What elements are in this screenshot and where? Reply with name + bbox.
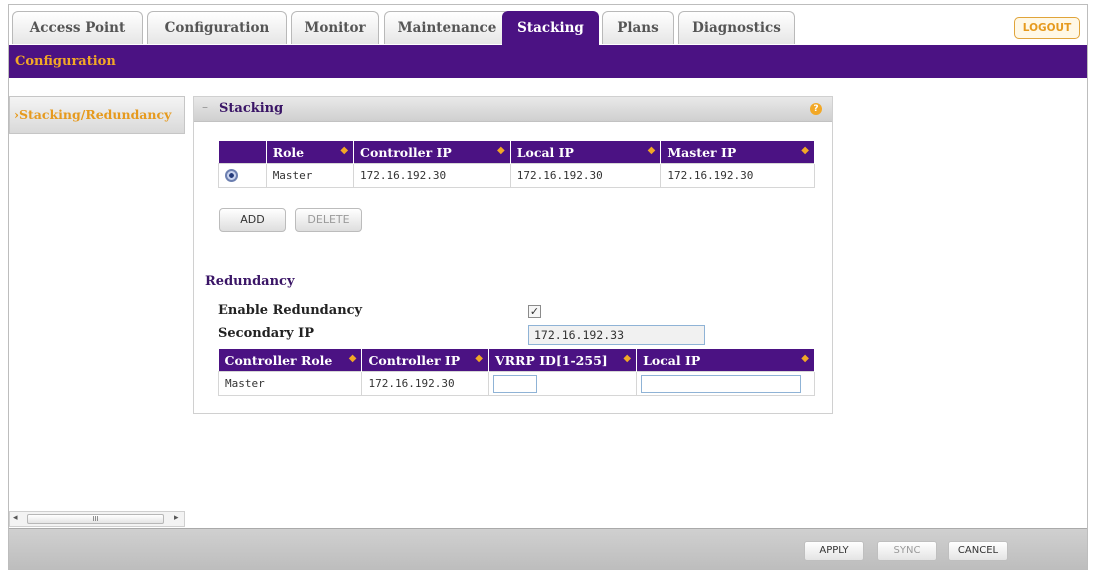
- action-bar: APPLY SYNC CANCEL: [9, 528, 1087, 570]
- sub-navigation-bar: Configuration: [9, 45, 1087, 78]
- sort-icon: ◆: [497, 145, 505, 156]
- sort-icon: ◆: [647, 145, 656, 156]
- column-header-controller-role[interactable]: Controller Role ◆: [218, 349, 363, 372]
- column-header-vrrp-id[interactable]: VRRP ID[1-255] ◆: [488, 349, 638, 372]
- cell-controller-role: Master: [217, 371, 363, 396]
- cell-vrrp-id: [487, 371, 638, 396]
- cell-role: Master: [265, 163, 355, 188]
- column-header-local-ip[interactable]: Local IP ◆: [636, 349, 815, 372]
- top-tab-bar: Access Point Configuration Monitor Maint…: [12, 11, 1082, 47]
- sort-icon: ◆: [348, 353, 357, 364]
- sort-icon: ◆: [801, 353, 809, 364]
- cell-controller-ip: 172.16.192.30: [353, 163, 511, 188]
- stacking-table: Role ◆ Controller IP ◆ Local IP ◆ Master IP…: [218, 141, 815, 188]
- column-header-controller-ip[interactable]: Controller IP ◆: [361, 349, 489, 372]
- stacking-panel-header: – Stacking ?: [194, 97, 832, 122]
- vrrp-id-input[interactable]: [492, 374, 537, 393]
- cell-local-ip: [636, 371, 815, 396]
- column-header-local-ip[interactable]: Local IP ◆: [510, 141, 662, 164]
- tab-maintenance[interactable]: Maintenance: [384, 11, 510, 44]
- cell-master-ip: 172.16.192.30: [660, 163, 815, 188]
- delete-button[interactable]: DELETE: [295, 208, 362, 232]
- sort-icon: ◆: [475, 353, 483, 364]
- enable-redundancy-label: Enable Redundancy: [218, 303, 363, 318]
- secondary-ip-input[interactable]: 172.16.192.33: [528, 325, 705, 345]
- enable-redundancy-checkbox[interactable]: ✓: [528, 305, 541, 318]
- cell-controller-ip: 172.16.192.30: [361, 371, 489, 396]
- row-select-cell: [218, 163, 267, 188]
- tab-stacking[interactable]: Stacking: [502, 11, 599, 47]
- secondary-ip-label: Secondary IP: [218, 326, 314, 341]
- collapse-toggle-icon[interactable]: –: [202, 100, 208, 114]
- table-row[interactable]: Master 172.16.192.30 172.16.192.30 172.1…: [218, 163, 815, 188]
- column-header-controller-ip[interactable]: Controller IP ◆: [353, 141, 511, 164]
- sync-button[interactable]: SYNC: [877, 541, 937, 561]
- logout-button[interactable]: LOGOUT: [1014, 17, 1080, 39]
- scroll-left-arrow-icon[interactable]: ◂: [13, 513, 18, 523]
- sidebar-item-stacking-redundancy[interactable]: ›Stacking/Redundancy: [9, 96, 185, 134]
- tab-plans[interactable]: Plans: [602, 11, 674, 44]
- sort-icon: ◆: [623, 353, 632, 364]
- tab-monitor[interactable]: Monitor: [291, 11, 379, 44]
- column-header-role[interactable]: Role ◆: [266, 141, 355, 164]
- tab-configuration[interactable]: Configuration: [147, 11, 287, 44]
- select-column-header: [218, 141, 267, 164]
- sidebar: ›Stacking/Redundancy: [9, 96, 187, 496]
- stacking-panel-title: Stacking: [219, 101, 284, 116]
- help-icon[interactable]: ?: [810, 103, 822, 115]
- stacking-panel: – Stacking ? Role ◆ Controller IP ◆ Local …: [193, 96, 833, 414]
- cell-local-ip: 172.16.192.30: [509, 163, 662, 188]
- subnav-configuration[interactable]: Configuration: [15, 54, 116, 69]
- redundancy-section-title: Redundancy: [205, 274, 295, 289]
- scrollbar-thumb[interactable]: III: [27, 514, 164, 524]
- sort-icon: ◆: [340, 145, 349, 156]
- local-ip-input[interactable]: [641, 374, 802, 393]
- horizontal-scrollbar[interactable]: ◂ III ▸: [9, 511, 185, 527]
- scroll-right-arrow-icon[interactable]: ▸: [174, 513, 179, 523]
- tab-access-point[interactable]: Access Point: [12, 11, 143, 44]
- column-header-master-ip[interactable]: Master IP ◆: [660, 141, 815, 164]
- apply-button[interactable]: APPLY: [804, 541, 864, 561]
- redundancy-table: Controller Role ◆ Controller IP ◆ VRRP ID[…: [217, 349, 815, 396]
- cancel-button[interactable]: CANCEL: [948, 541, 1008, 561]
- table-row: Master 172.16.192.30: [217, 371, 815, 396]
- add-button[interactable]: ADD: [219, 208, 286, 232]
- tab-diagnostics[interactable]: Diagnostics: [678, 11, 795, 44]
- row-select-radio[interactable]: [225, 169, 238, 183]
- sort-icon: ◆: [801, 145, 809, 156]
